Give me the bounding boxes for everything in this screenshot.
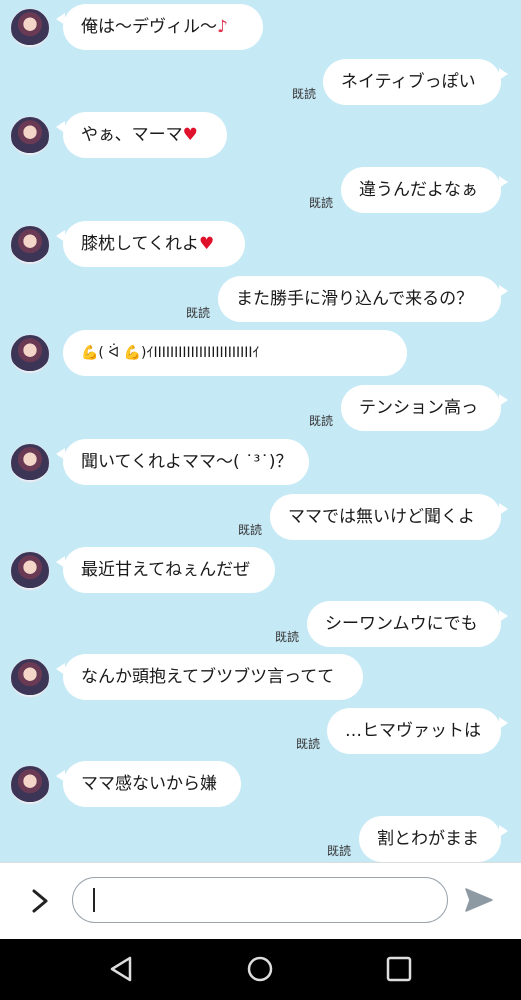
avatar[interactable] [10, 8, 50, 48]
message-bubble[interactable]: 💪( ᐛ 💪)ｲIIIIIIIIIIIIIIIIIIIIIIIIｲ [63, 330, 407, 376]
message-input-bar [0, 862, 521, 940]
chevron-right-icon[interactable] [26, 883, 56, 919]
heart-icon: ♥ [198, 234, 215, 254]
message-bubble[interactable]: やぁ、マーマ♥ [56, 112, 227, 158]
read-receipt: 既読 [275, 630, 300, 644]
avatar[interactable] [10, 765, 50, 805]
avatar[interactable] [10, 225, 50, 265]
avatar[interactable] [10, 334, 50, 374]
read-receipt: 既読 [296, 737, 321, 751]
read-receipt: 既読 [309, 196, 334, 210]
avatar[interactable] [10, 551, 50, 591]
message-bubble[interactable]: また勝手に滑り込んで来るの？ [218, 276, 508, 322]
square-recent-icon[interactable] [383, 953, 415, 985]
triangle-back-icon[interactable] [106, 953, 138, 985]
message-bubble[interactable]: 聞いてくれよママ〜( ˙³˙)？ [56, 439, 309, 485]
message-bubble[interactable]: テンション高っ [341, 385, 508, 431]
music-note-icon: ♪ [217, 17, 228, 37]
message-bubble[interactable]: ママでは無いけど聞くよ [270, 494, 508, 540]
message-bubble[interactable]: …ヒマヴァットは [327, 708, 508, 754]
message-bubble[interactable]: ネイティブっぽい [323, 59, 508, 105]
read-receipt: 既読 [327, 844, 352, 858]
send-icon[interactable] [462, 883, 496, 917]
heart-icon: ♥ [182, 125, 198, 145]
message-bubble[interactable]: 膝枕してくれよ♥ [56, 221, 245, 267]
avatar[interactable] [10, 658, 50, 698]
read-receipt: 既読 [292, 87, 317, 101]
circle-home-icon[interactable] [244, 953, 276, 985]
message-bubble[interactable]: 俺は〜デヴィル〜♪ [56, 4, 263, 50]
message-bubble[interactable]: 違うんだよなぁ [341, 167, 508, 213]
read-receipt: 既読 [238, 523, 263, 537]
read-receipt: 既読 [309, 414, 334, 428]
message-input[interactable] [72, 877, 448, 923]
avatar[interactable] [10, 443, 50, 483]
system-navigation-bar [0, 939, 521, 1000]
message-bubble[interactable]: なんか頭抱えてブツブツ言ってて [56, 654, 363, 700]
avatar[interactable] [10, 116, 50, 156]
message-bubble[interactable]: シーワンムウにでも [307, 601, 508, 647]
text-cursor [93, 888, 95, 912]
message-bubble[interactable]: 最近甘えてねぇんだぜ [56, 547, 275, 593]
message-bubble[interactable]: ママ感ないから嫌 [56, 761, 241, 807]
chat-area[interactable]: 俺は〜デヴィル〜♪ 既読 ネイティブっぽい やぁ、マーマ♥ 既読 違うんだよなぁ… [0, 0, 521, 862]
message-bubble[interactable]: 割とわがまま [359, 816, 508, 862]
read-receipt: 既読 [186, 306, 211, 320]
